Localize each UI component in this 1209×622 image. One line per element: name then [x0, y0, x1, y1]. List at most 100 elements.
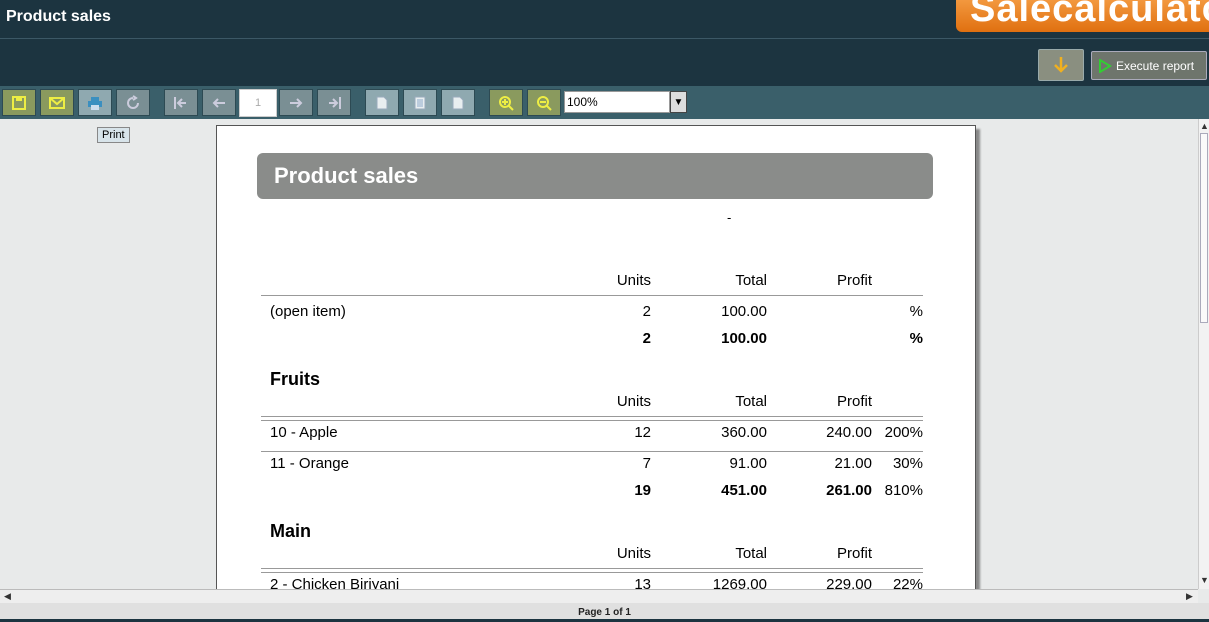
divider: [261, 295, 923, 296]
scroll-up-icon[interactable]: ▲: [1200, 121, 1209, 131]
zoom-select[interactable]: 100%: [564, 91, 670, 113]
item-units: 12: [634, 424, 651, 441]
item-profit: 240.00: [826, 424, 872, 441]
refresh-icon: [127, 94, 139, 109]
profit-header: Profit: [836, 393, 872, 410]
mail-icon: [49, 96, 65, 109]
zoom-in-icon: [499, 95, 514, 111]
page-view-button-1[interactable]: [365, 89, 399, 116]
item-profit: 21.00: [834, 455, 872, 472]
item-profit-pct: 30%: [892, 455, 923, 472]
arrow-right-icon: [290, 97, 303, 108]
execute-report-button[interactable]: Execute report: [1091, 51, 1207, 80]
vertical-scrollbar[interactable]: ▲ ▼: [1198, 119, 1209, 589]
subtotal-profit: 261.00: [826, 482, 872, 499]
chevron-down-icon: ▼: [673, 96, 684, 108]
item-profit: 229.00: [826, 576, 872, 589]
print-tooltip: Print: [97, 127, 130, 143]
first-page-icon: [174, 96, 186, 109]
action-bar: Execute report: [0, 38, 1209, 86]
item-total: 100.00: [721, 303, 767, 320]
item-name: (open item): [270, 303, 346, 320]
subtotal-units: 19: [634, 482, 651, 499]
divider: [261, 568, 923, 569]
item-units: 2: [642, 303, 651, 320]
profit-header: Profit: [836, 545, 872, 562]
divider: [261, 572, 923, 573]
play-icon: [1099, 58, 1112, 73]
page-number-input[interactable]: 1: [239, 89, 277, 117]
total-header: Total: [735, 272, 767, 289]
table-row: 2 - Chicken Biriyani 13 1269.00 229.00 2…: [261, 576, 923, 589]
group-title-fruits: Fruits: [270, 369, 321, 389]
subtotal-row: 2 100.00 %: [261, 330, 923, 352]
logo-text: Salecalculator: [970, 0, 1209, 30]
page-info: Page 1 of 1: [578, 607, 631, 618]
item-profit-pct: 200%: [884, 424, 923, 441]
save-icon: [12, 95, 26, 110]
subtotal-row: 19 451.00 261.00 810%: [261, 482, 923, 504]
column-header-row: Units Total Profit: [261, 393, 923, 415]
subtotal-total: 100.00: [721, 330, 767, 347]
table-row: 11 - Orange 7 91.00 21.00 30%: [261, 455, 923, 477]
item-name: 10 - Apple: [270, 424, 338, 441]
group-title-main: Main: [270, 521, 312, 541]
vertical-scroll-thumb[interactable]: [1200, 133, 1208, 323]
app-title: Product sales: [6, 8, 111, 25]
page-view-button-3[interactable]: [441, 89, 475, 116]
app-logo: Salecalculator: [956, 0, 1209, 32]
refresh-button[interactable]: [116, 89, 150, 116]
column-header-row: Units Total Profit: [261, 272, 923, 294]
total-header: Total: [735, 545, 767, 562]
email-button[interactable]: [40, 89, 74, 116]
print-button[interactable]: [78, 89, 112, 116]
report-page: Product sales - Units Total Profit (open…: [216, 125, 976, 589]
last-page-button[interactable]: [317, 89, 351, 116]
arrow-down-icon: [1054, 57, 1068, 73]
first-page-button[interactable]: [164, 89, 198, 116]
scroll-down-icon[interactable]: ▼: [1200, 575, 1209, 585]
zoom-out-button[interactable]: [527, 89, 561, 116]
whole-page-icon: [452, 96, 464, 109]
arrow-left-icon: [212, 97, 225, 108]
subtotal-total: 451.00: [721, 482, 767, 499]
download-button[interactable]: [1038, 49, 1084, 81]
units-header: Units: [616, 272, 651, 289]
previous-page-button[interactable]: [202, 89, 236, 116]
item-total: 360.00: [721, 424, 767, 441]
item-total: 91.00: [729, 455, 767, 472]
horizontal-scrollbar[interactable]: ◀ ▶: [0, 589, 1198, 603]
units-header: Units: [616, 545, 651, 562]
table-row: 10 - Apple 12 360.00 240.00 200%: [261, 424, 923, 446]
divider: [261, 416, 923, 417]
subtotal-profit-pct: 810%: [884, 482, 923, 499]
item-total: 1269.00: [712, 576, 767, 589]
page-view-button-2[interactable]: [403, 89, 437, 116]
divider: [261, 451, 923, 452]
zoom-in-button[interactable]: [489, 89, 523, 116]
last-page-icon: [329, 96, 341, 109]
scroll-right-icon[interactable]: ▶: [1186, 591, 1193, 602]
subtotal-profit-pct: %: [909, 330, 923, 347]
column-header-row: Units Total Profit: [261, 545, 923, 567]
item-name: 11 - Orange: [270, 455, 349, 472]
printer-icon: [88, 96, 102, 110]
subtotal-units: 2: [642, 330, 651, 347]
title-bar: Product sales Salecalculator: [0, 0, 1209, 38]
divider: [261, 420, 923, 421]
table-row: (open item) 2 100.00 %: [261, 303, 923, 325]
scroll-left-icon[interactable]: ◀: [4, 591, 11, 602]
item-units: 7: [642, 455, 651, 472]
item-units: 13: [634, 576, 651, 589]
total-header: Total: [735, 393, 767, 410]
zoom-dropdown-button[interactable]: ▼: [670, 91, 687, 113]
profit-header: Profit: [836, 272, 872, 289]
item-profit-pct: 22%: [892, 576, 923, 589]
item-profit-pct: %: [909, 303, 923, 320]
report-viewer: Product sales - Units Total Profit (open…: [0, 119, 1198, 589]
report-subtitle: -: [727, 210, 732, 225]
save-button[interactable]: [2, 89, 36, 116]
item-name: 2 - Chicken Biriyani: [270, 576, 400, 589]
page-width-icon: [414, 96, 426, 109]
next-page-button[interactable]: [279, 89, 313, 116]
